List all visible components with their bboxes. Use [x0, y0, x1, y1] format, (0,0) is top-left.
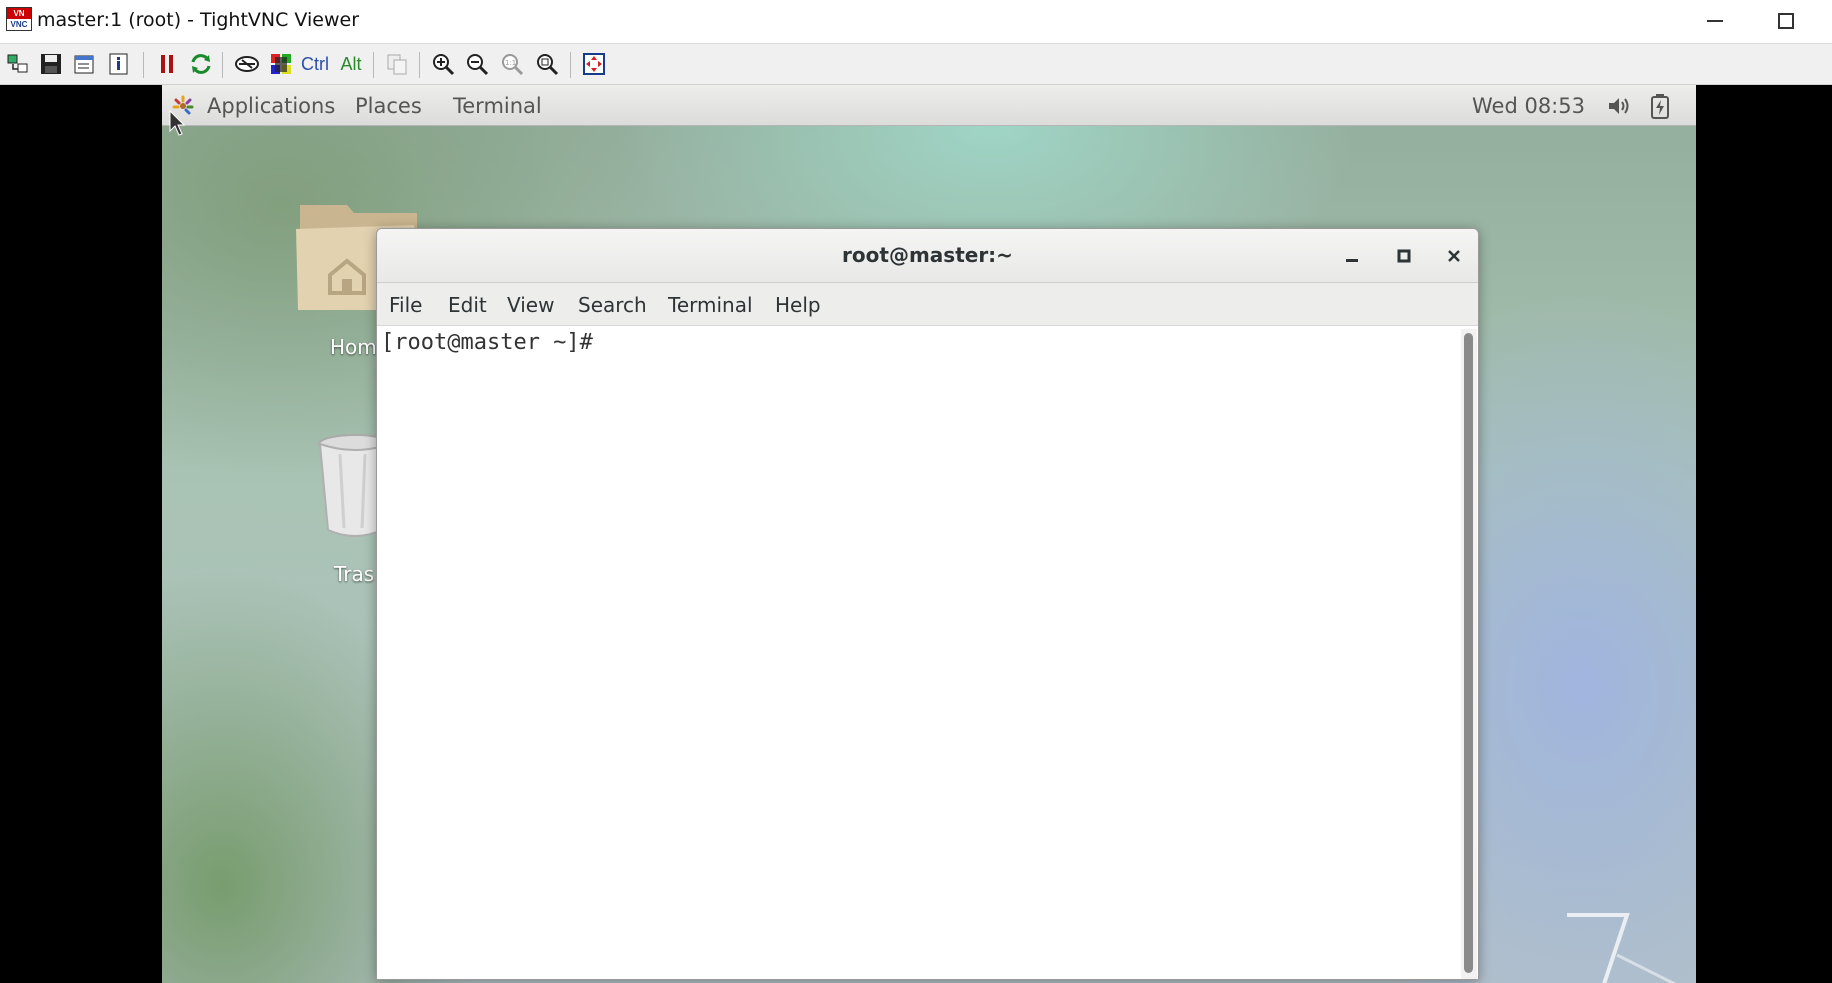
menu-terminal[interactable]: Terminal: [668, 293, 753, 317]
minimize-icon: [1707, 20, 1723, 22]
applications-menu[interactable]: Applications: [207, 94, 335, 118]
fullscreen-icon[interactable]: [580, 50, 608, 78]
toolbar-separator: [373, 52, 374, 78]
options-icon[interactable]: [71, 50, 99, 78]
home-folder-label[interactable]: Hom: [330, 335, 377, 359]
ctrl-alt-del-icon[interactable]: [233, 50, 261, 78]
menu-search[interactable]: Search: [578, 293, 647, 317]
volume-icon[interactable]: [1606, 94, 1630, 118]
zoom-in-icon[interactable]: [429, 50, 457, 78]
terminal-titlebar[interactable]: root@master:~: [377, 229, 1478, 283]
terminal-output-area[interactable]: [root@master ~]#: [377, 326, 1457, 979]
svg-text:1:1: 1:1: [505, 59, 516, 67]
toolbar-separator: [419, 52, 420, 78]
terminal-menubar: File Edit View Search Terminal Help: [377, 283, 1478, 326]
ctrl-key-label: Ctrl: [301, 53, 329, 74]
terminal-title: root@master:~: [842, 243, 1013, 267]
refresh-icon[interactable]: [187, 50, 215, 78]
vnc-toolbar: Ctrl Alt 1:1: [0, 43, 1832, 85]
menu-file[interactable]: File: [389, 293, 422, 317]
minimize-icon: [1346, 259, 1358, 262]
shell-prompt: [root@master ~]#: [381, 330, 593, 355]
terminal-maximize-button[interactable]: [1389, 241, 1419, 271]
menu-view[interactable]: View: [507, 293, 554, 317]
toolbar-separator: [222, 52, 223, 78]
ctrl-esc-icon[interactable]: [267, 50, 295, 78]
window-title: master:1 (root) - TightVNC Viewer: [37, 9, 360, 31]
terminal-scrollbar-thumb[interactable]: [1464, 333, 1473, 973]
zoom-100-icon[interactable]: 1:1: [498, 50, 526, 78]
mouse-cursor-icon: [169, 110, 185, 136]
copy-icon[interactable]: [383, 50, 411, 78]
maximize-button[interactable]: [1757, 0, 1815, 42]
terminal-scrollbar[interactable]: [1461, 329, 1477, 979]
maximize-icon: [1397, 249, 1411, 263]
window-titlebar: VN VNC master:1 (root) - TightVNC Viewer: [0, 0, 1832, 42]
gnome-top-panel: Applications Places Terminal Wed 08:53: [162, 85, 1696, 126]
info-icon[interactable]: [105, 50, 133, 78]
zoom-out-icon[interactable]: [463, 50, 491, 78]
save-icon[interactable]: [37, 50, 65, 78]
alt-key-label: Alt: [340, 53, 362, 74]
menu-help[interactable]: Help: [775, 293, 821, 317]
close-icon: [1448, 250, 1460, 262]
trash-label[interactable]: Tras: [334, 562, 374, 586]
new-connection-icon[interactable]: [4, 50, 32, 78]
battery-power-icon[interactable]: [1650, 93, 1670, 119]
panel-clock[interactable]: Wed 08:53: [1472, 94, 1585, 118]
ctrl-key-button[interactable]: Ctrl: [301, 50, 329, 78]
terminal-panel-item[interactable]: Terminal: [453, 94, 542, 118]
zoom-fit-icon[interactable]: [533, 50, 561, 78]
toolbar-separator: [570, 52, 571, 78]
maximize-icon: [1778, 13, 1794, 29]
toolbar-separator: [143, 52, 144, 78]
centos-7-watermark: [1567, 913, 1677, 983]
terminal-minimize-button[interactable]: [1337, 241, 1367, 271]
alt-key-button[interactable]: Alt: [337, 50, 365, 78]
tightvnc-app-icon[interactable]: VN VNC: [6, 7, 32, 31]
terminal-window[interactable]: root@master:~ File Edit View Search Term…: [376, 228, 1479, 980]
terminal-close-button[interactable]: [1439, 241, 1469, 271]
minimize-button[interactable]: [1686, 0, 1744, 42]
pause-icon[interactable]: [153, 50, 181, 78]
menu-edit[interactable]: Edit: [448, 293, 487, 317]
places-menu[interactable]: Places: [355, 94, 422, 118]
